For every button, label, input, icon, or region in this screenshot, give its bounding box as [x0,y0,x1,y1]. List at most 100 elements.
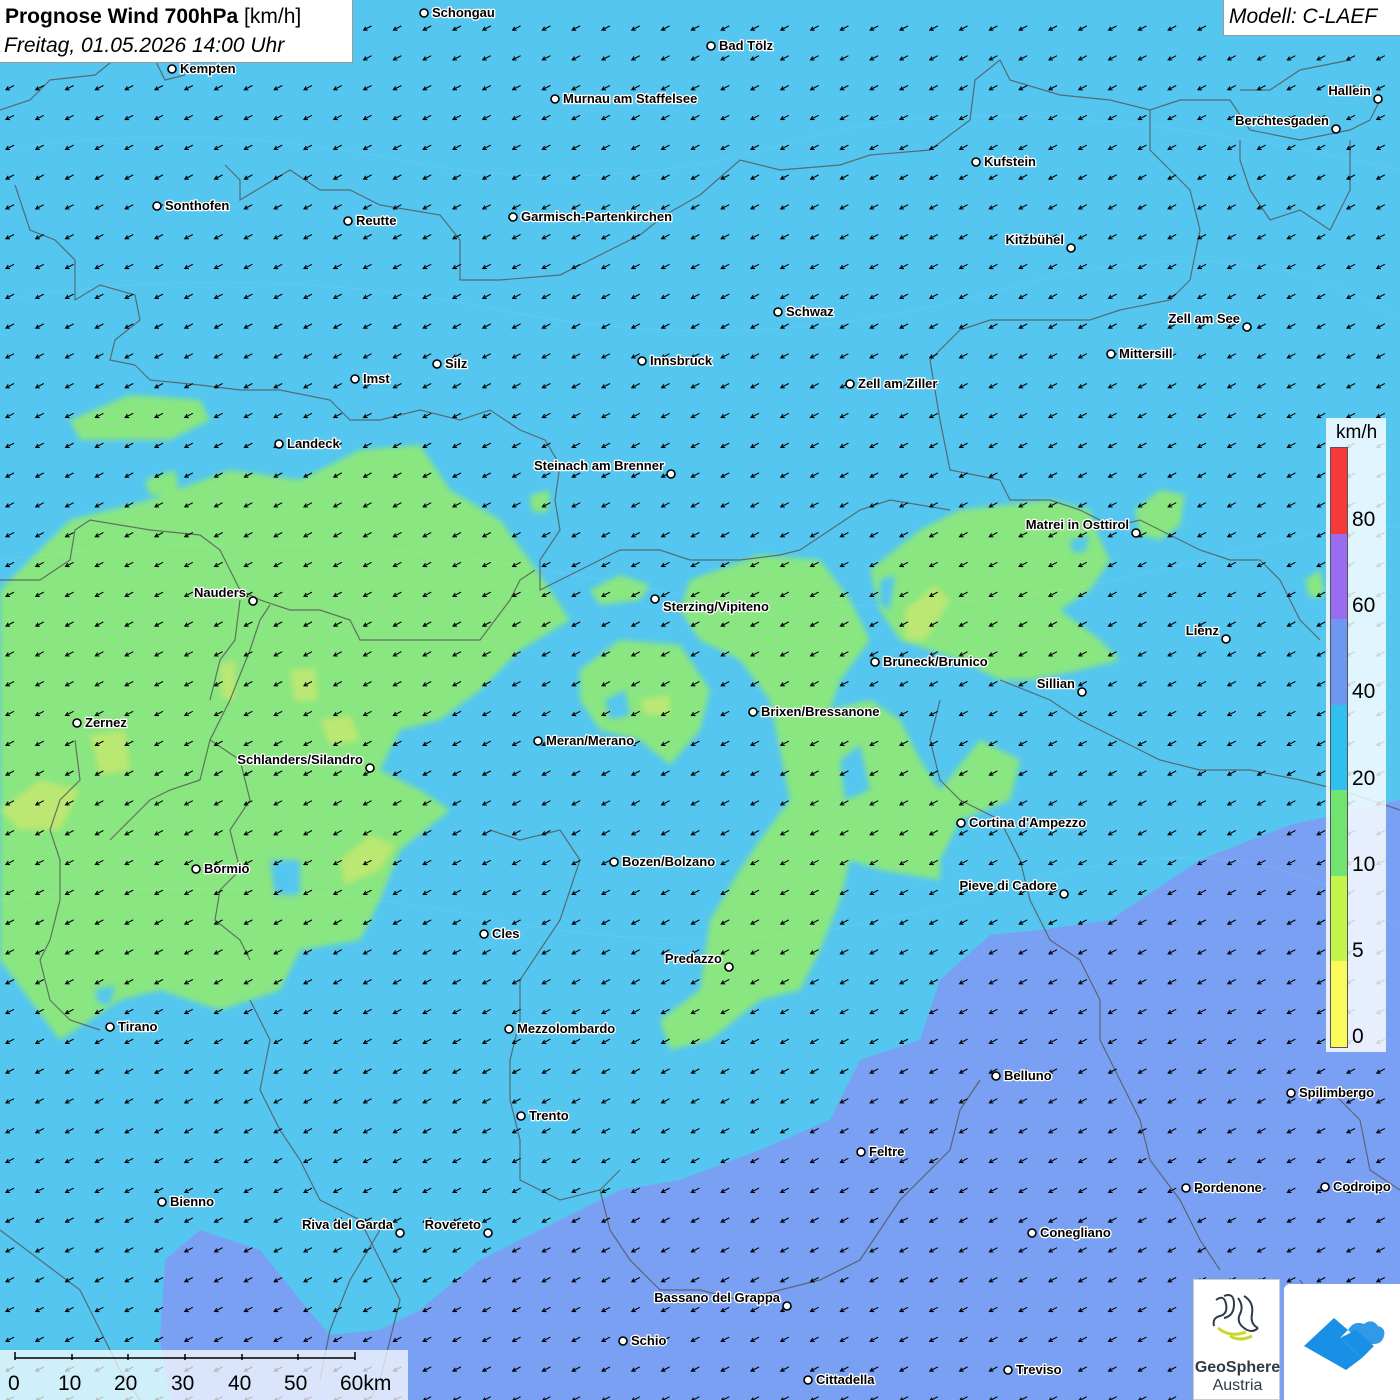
city-marker[interactable]: Riva del Garda [301,1216,405,1238]
city-marker[interactable]: Cortina d'Ampezzo [956,814,1088,831]
wind-arrow-icon [94,1277,104,1283]
wind-arrow-icon [660,1008,670,1015]
city-label: Zell am See [1168,311,1240,326]
wind-arrow-icon [243,1187,253,1193]
geosphere-logo[interactable]: GeoSphere Austria [1193,1279,1280,1400]
wind-arrow-icon [243,1217,253,1223]
wind-arrow-icon [1107,383,1117,389]
city-marker[interactable]: Murnau am Staffelsee [550,90,699,107]
wind-arrow-icon [541,412,551,419]
city-marker[interactable]: Schwaz [773,303,835,320]
city-marker[interactable]: Pordenone [1181,1179,1263,1196]
wind-arrow-icon [1167,263,1177,270]
wind-arrow-icon [422,263,432,270]
wind-arrow-icon [1018,770,1028,776]
city-marker[interactable]: Bozen/Bolzano [609,853,717,870]
city-marker[interactable]: Brixen/Bressanone [748,703,881,720]
wind-arrow-icon [720,323,730,329]
city-marker[interactable]: Cles [479,925,521,942]
wind-arrow-icon [571,263,581,270]
city-marker[interactable]: Imst [350,370,392,387]
wind-arrow-icon [1286,561,1296,568]
city-marker[interactable]: Lienz [1184,622,1231,644]
wind-arrow-icon [1077,412,1088,419]
wind-arrow-icon [511,1068,521,1074]
wind-arrow-icon [749,144,760,150]
wind-arrow-icon [1316,204,1326,210]
city-marker[interactable]: Silz [432,355,469,372]
city-marker[interactable]: Landeck [274,435,342,452]
city-marker[interactable]: Tirano [105,1018,159,1035]
wind-arrow-icon [511,710,521,717]
wind-arrow-icon [630,442,641,448]
city-marker[interactable]: Reutte [343,212,398,229]
city-marker[interactable]: Trento [516,1107,570,1124]
wind-arrow-icon [302,1187,313,1193]
wind-arrow-icon [898,204,909,210]
wind-arrow-icon [1077,204,1088,210]
city-marker[interactable]: Meran/Merano [533,732,635,749]
city-marker[interactable]: Hallein [1327,82,1383,104]
wind-arrow-icon [1107,830,1117,836]
city-marker[interactable]: Kempten [167,60,237,77]
wind-arrow-icon [481,1038,492,1044]
wind-arrow-icon [451,323,462,329]
city-marker[interactable]: Bienno [157,1193,215,1210]
city-marker[interactable]: Spilimbergo [1286,1084,1375,1101]
city-marker[interactable]: Garmisch-Partenkirchen [508,208,673,225]
wind-arrow-icon [958,472,968,478]
weather-app-logo[interactable] [1284,1284,1400,1400]
wind-arrow-icon [153,1277,164,1283]
wind-arrow-icon [1137,710,1147,717]
wind-arrow-icon [898,55,909,61]
wind-arrow-icon [1256,174,1266,180]
wind-arrow-icon [243,263,253,270]
city-marker[interactable]: Sonthofen [152,197,231,214]
city-marker[interactable]: Bruneck/Brunico [870,653,989,670]
wind-arrow-icon [1345,412,1356,419]
wind-arrow-icon [1137,800,1147,806]
city-dot-icon [1331,124,1341,134]
wind-arrow-icon [1316,144,1326,150]
wind-arrow-icon [1196,830,1207,836]
city-marker[interactable]: Mezzolombardo [504,1020,617,1037]
city-marker[interactable]: Steinach am Brenner [533,457,676,479]
wind-arrow-icon [749,770,760,776]
wind-arrow-icon [630,323,641,329]
wind-arrow-icon [1137,442,1147,448]
city-marker[interactable]: Zell am See [1167,310,1252,332]
wind-arrow-icon [839,1008,849,1015]
wind-arrow-icon [451,919,462,925]
wind-arrow-icon [1018,263,1028,270]
wind-arrow-icon [34,412,45,419]
wind-arrow-icon [481,919,492,925]
city-marker[interactable]: Kufstein [971,153,1037,170]
wind-arrow-icon [64,1098,74,1104]
wind-arrow-icon [451,949,462,955]
wind-arrow-icon [1137,114,1147,121]
city-marker[interactable]: Zell am Ziller [845,375,939,392]
wind-arrow-icon [94,1157,104,1164]
wind-arrow-icon [1286,681,1296,687]
legend-tick-label: 5 [1352,939,1364,962]
wind-arrow-icon [541,919,551,925]
wind-arrow-icon [928,85,939,91]
city-dot-icon [419,8,429,18]
city-marker[interactable]: Rovereto [423,1216,493,1238]
city-marker[interactable]: Innsbruck [637,352,714,369]
city-dot-icon [706,41,716,51]
wind-arrow-icon [839,85,849,91]
wind-arrow-icon [481,1098,492,1104]
wind-arrow-icon [1047,859,1058,866]
city-marker[interactable]: Schongau [419,4,496,21]
wind-arrow-icon [1196,591,1207,597]
city-marker[interactable]: Kitzbühel [1004,231,1076,253]
wind-arrow-icon [392,383,402,389]
city-marker[interactable]: Pieve di Cadore [958,877,1069,899]
city-marker[interactable]: Conegliano [1027,1224,1112,1241]
wind-arrow-icon [1137,830,1147,836]
wind-arrow-icon [839,442,849,448]
city-marker[interactable]: Bad Tölz [706,37,775,54]
city-marker[interactable]: Mittersill [1106,345,1174,362]
wind-arrow-icon [213,234,223,240]
